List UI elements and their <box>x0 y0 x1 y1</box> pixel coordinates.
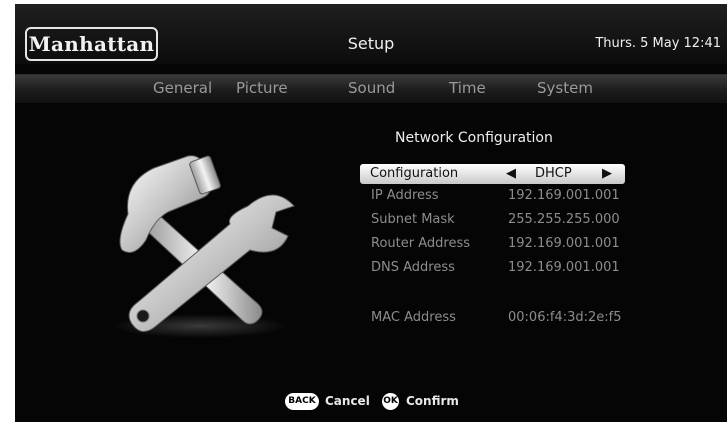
right-arrow-icon[interactable]: ▶ <box>602 166 612 181</box>
tab-bar: General Picture Sound Time System <box>15 74 727 103</box>
header: Manhattan Setup Thurs. 5 May 12:41 <box>15 4 727 64</box>
dns-address-label: DNS Address <box>371 260 455 275</box>
tab-sound[interactable]: Sound <box>348 79 395 97</box>
tv-setup-screen: Manhattan Setup Thurs. 5 May 12:41 Gener… <box>15 4 727 422</box>
tab-picture[interactable]: Picture <box>236 79 288 97</box>
subnet-mask-value: 255.255.255.000 <box>508 212 620 227</box>
ip-address-value: 192.169.001.001 <box>508 188 620 203</box>
subnet-mask-label: Subnet Mask <box>371 212 455 227</box>
mac-address-value: 00:06:f4:3d:2e:f5 <box>508 310 622 325</box>
panel-title: Network Configuration <box>395 130 553 146</box>
configuration-label: Configuration <box>370 166 459 181</box>
tab-time[interactable]: Time <box>449 79 486 97</box>
router-address-label: Router Address <box>371 236 470 251</box>
configuration-value: DHCP <box>535 166 572 181</box>
configuration-selector[interactable]: Configuration ◀ DHCP ▶ <box>360 164 625 184</box>
date-time: Thurs. 5 May 12:41 <box>595 36 721 51</box>
ip-address-label: IP Address <box>371 188 439 203</box>
mac-address-label: MAC Address <box>371 310 456 325</box>
back-key-icon: BACK <box>285 393 319 410</box>
tab-general[interactable]: General <box>153 79 212 97</box>
ok-key-icon: OK <box>382 393 399 410</box>
left-arrow-icon[interactable]: ◀ <box>506 166 516 181</box>
confirm-label[interactable]: Confirm <box>406 394 459 408</box>
cancel-label[interactable]: Cancel <box>325 394 370 408</box>
router-address-value: 192.169.001.001 <box>508 236 620 251</box>
hammer-and-wrench-icon <box>112 155 295 338</box>
tab-system[interactable]: System <box>537 79 593 97</box>
dns-address-value: 192.169.001.001 <box>508 260 620 275</box>
